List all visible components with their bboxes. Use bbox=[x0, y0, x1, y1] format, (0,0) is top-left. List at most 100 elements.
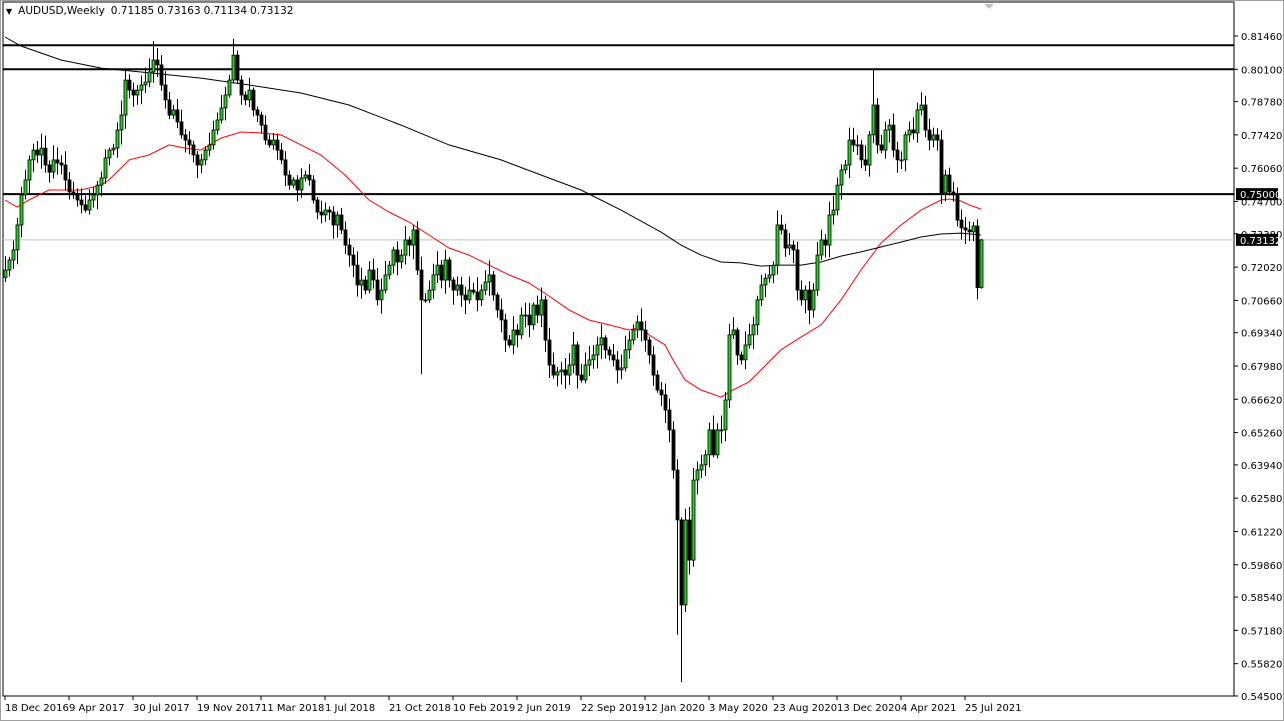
x-tick-label: 23 Aug 2020 bbox=[773, 703, 837, 714]
bear-candle bbox=[783, 229, 788, 249]
bull-candle bbox=[555, 371, 560, 376]
bear-candle bbox=[795, 249, 800, 291]
bear-candle bbox=[255, 109, 260, 116]
bull-candle bbox=[387, 264, 392, 276]
y-tick-label: 0.61220 bbox=[1241, 527, 1282, 538]
y-tick-label: 0.63940 bbox=[1241, 461, 1282, 472]
bear-candle bbox=[131, 89, 136, 96]
bull-candle bbox=[867, 134, 872, 166]
price-chart[interactable]: 0.814600.801000.787800.774200.760600.747… bbox=[0, 0, 1284, 721]
bear-candle bbox=[671, 429, 676, 471]
bull-candle bbox=[431, 274, 436, 291]
bear-candle bbox=[283, 159, 288, 176]
bear-candle bbox=[895, 149, 900, 161]
bull-candle bbox=[23, 179, 28, 196]
bear-candle bbox=[351, 254, 356, 266]
bear-candle bbox=[235, 54, 240, 81]
y-tick-label: 0.70660 bbox=[1241, 296, 1282, 307]
bull-candle bbox=[323, 209, 328, 216]
bear-candle bbox=[415, 229, 420, 271]
bear-candle bbox=[259, 114, 264, 126]
bear-candle bbox=[863, 159, 868, 166]
plot-area-border bbox=[2, 1, 1235, 697]
bull-candle bbox=[819, 239, 824, 256]
bull-candle bbox=[979, 239, 984, 288]
bull-candle bbox=[787, 244, 792, 249]
bull-candle bbox=[523, 314, 528, 317]
bull-candle bbox=[907, 129, 912, 136]
bear-candle bbox=[287, 174, 292, 186]
bear-candle bbox=[655, 374, 660, 391]
ohlc-close: 0.73132 bbox=[250, 5, 294, 17]
ma-fast-line bbox=[4, 131, 982, 398]
bull-candle bbox=[171, 109, 176, 116]
bull-candle bbox=[695, 469, 700, 481]
price-label: 0.75000 bbox=[1240, 190, 1281, 201]
bear-candle bbox=[187, 139, 192, 146]
bear-candle bbox=[503, 319, 508, 341]
bull-candle bbox=[383, 274, 388, 291]
bull-candle bbox=[119, 114, 124, 131]
bear-candle bbox=[563, 369, 568, 376]
bear-candle bbox=[739, 354, 744, 361]
bear-candle bbox=[859, 144, 864, 161]
bear-candle bbox=[879, 144, 884, 151]
bull-candle bbox=[483, 281, 488, 291]
bull-candle bbox=[19, 194, 24, 226]
bear-candle bbox=[603, 337, 608, 351]
bull-candle bbox=[143, 81, 148, 86]
bear-candle bbox=[167, 99, 172, 116]
bear-candle bbox=[551, 364, 556, 376]
bull-candle bbox=[435, 264, 440, 276]
bear-candle bbox=[295, 179, 300, 191]
bull-candle bbox=[91, 194, 96, 201]
x-tick-label: 25 Jul 2021 bbox=[965, 703, 1022, 714]
bull-candle bbox=[839, 169, 844, 186]
x-tick-label: 1 Jul 2018 bbox=[325, 703, 375, 714]
bull-candle bbox=[631, 329, 636, 341]
bull-candle bbox=[627, 339, 632, 351]
bull-candle bbox=[335, 214, 340, 226]
bear-candle bbox=[471, 289, 476, 293]
bear-candle bbox=[799, 289, 804, 301]
x-tick-label: 9 Apr 2017 bbox=[69, 703, 124, 714]
bull-candle bbox=[531, 304, 536, 326]
bull-candle bbox=[811, 289, 816, 311]
bear-candle bbox=[155, 59, 160, 66]
bull-candle bbox=[855, 144, 860, 147]
bull-candle bbox=[719, 429, 724, 432]
bull-candle bbox=[759, 284, 764, 301]
bull-candle bbox=[899, 159, 904, 162]
bear-candle bbox=[611, 354, 616, 361]
bull-candle bbox=[775, 224, 780, 266]
bull-candle bbox=[291, 179, 296, 186]
bear-candle bbox=[395, 249, 400, 263]
bear-candle bbox=[239, 79, 244, 96]
bear-candle bbox=[163, 84, 168, 101]
bear-candle bbox=[547, 339, 552, 366]
bull-candle bbox=[99, 177, 104, 186]
bear-candle bbox=[963, 227, 968, 231]
bull-candle bbox=[367, 269, 372, 291]
symbol-label: AUDUSD,Weekly bbox=[18, 5, 105, 17]
ohlc-open: 0.71185 bbox=[110, 5, 155, 17]
bear-candle bbox=[83, 204, 88, 211]
bull-candle bbox=[87, 199, 92, 211]
chart-shift-marker-icon[interactable] bbox=[984, 4, 994, 9]
bull-candle bbox=[135, 89, 140, 96]
price-label: 0.73132 bbox=[1240, 236, 1281, 247]
bear-candle bbox=[459, 284, 464, 296]
bear-candle bbox=[315, 199, 320, 213]
bear-candle bbox=[663, 394, 668, 411]
bear-candle bbox=[159, 64, 164, 86]
bull-candle bbox=[303, 174, 308, 179]
ohlc-low: 0.71134 bbox=[203, 5, 248, 17]
y-tick-label: 0.65260 bbox=[1241, 429, 1282, 440]
bull-candle bbox=[51, 159, 56, 173]
x-tick-label: 10 Feb 2019 bbox=[453, 703, 515, 714]
bull-candle bbox=[147, 71, 152, 83]
bull-candle bbox=[107, 149, 112, 159]
bear-candle bbox=[47, 164, 52, 173]
bull-candle bbox=[539, 299, 544, 316]
triangle-down-icon[interactable]: ▼ bbox=[6, 7, 12, 16]
